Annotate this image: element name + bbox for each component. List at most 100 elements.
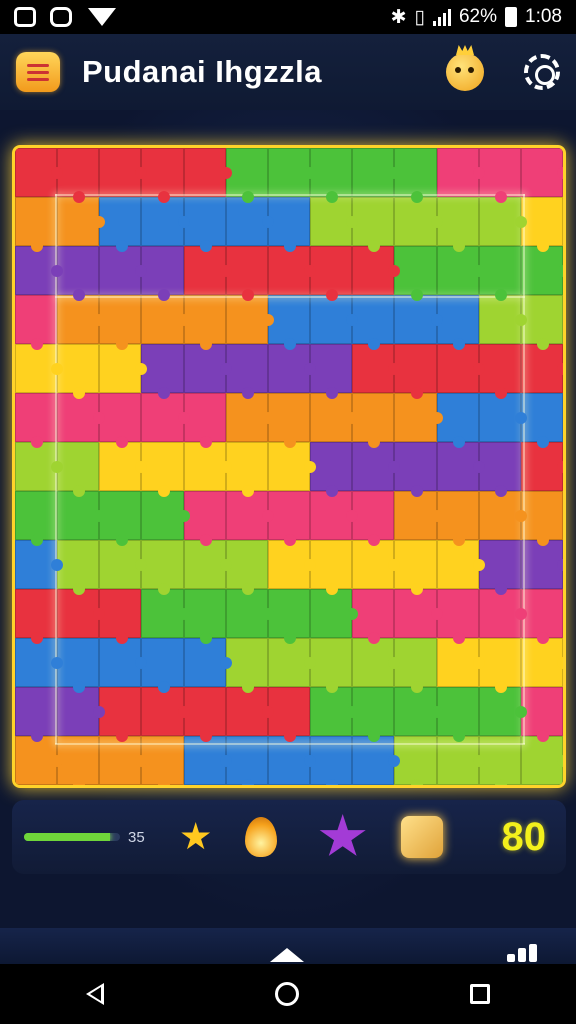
back-icon[interactable] (85, 983, 104, 1005)
puzzle-piece[interactable] (141, 197, 190, 246)
puzzle-piece[interactable] (267, 393, 311, 448)
puzzle-piece[interactable] (57, 442, 100, 497)
puzzle-piece[interactable] (225, 442, 268, 497)
puzzle-piece[interactable] (99, 246, 148, 295)
puzzle-piece[interactable] (15, 687, 58, 742)
puzzle-piece[interactable] (310, 393, 359, 442)
puzzle-piece[interactable] (394, 148, 437, 203)
puzzle-piece[interactable] (99, 295, 142, 350)
puzzle-piece[interactable] (310, 540, 353, 595)
puzzle-piece[interactable] (15, 148, 64, 197)
flame-icon[interactable] (244, 817, 277, 857)
puzzle-piece[interactable] (57, 295, 106, 344)
puzzle-piece[interactable] (99, 393, 142, 448)
puzzle-piece[interactable] (141, 638, 184, 693)
puzzle-piece[interactable] (478, 148, 521, 203)
puzzle-piece[interactable] (57, 638, 100, 693)
puzzle-board[interactable] (12, 145, 566, 788)
recents-icon[interactable] (470, 984, 491, 1004)
puzzle-piece[interactable] (310, 148, 353, 203)
puzzle-piece[interactable] (436, 393, 479, 448)
puzzle-piece[interactable] (352, 491, 395, 546)
puzzle-piece[interactable] (183, 246, 232, 295)
puzzle-piece[interactable] (520, 295, 563, 350)
puzzle-piece[interactable] (225, 589, 275, 638)
puzzle-piece[interactable] (15, 246, 64, 295)
puzzle-piece[interactable] (183, 393, 226, 448)
puzzle-piece[interactable] (183, 491, 226, 546)
settings-button[interactable] (524, 54, 560, 90)
puzzle-piece[interactable] (310, 295, 359, 344)
puzzle-piece[interactable] (520, 344, 563, 393)
puzzle-piece[interactable] (141, 246, 184, 301)
puzzle-piece[interactable] (352, 442, 401, 491)
puzzle-piece[interactable] (141, 540, 184, 595)
puzzle-piece[interactable] (310, 442, 353, 497)
puzzle-piece[interactable] (310, 246, 353, 301)
puzzle-piece[interactable] (225, 540, 268, 595)
puzzle-piece[interactable] (141, 393, 190, 442)
puzzle-piece[interactable] (394, 687, 443, 736)
puzzle-piece[interactable] (520, 393, 563, 448)
puzzle-piece[interactable] (310, 197, 359, 246)
puzzle-piece[interactable] (15, 344, 64, 393)
puzzle-piece[interactable] (478, 589, 528, 638)
puzzle-piece[interactable] (15, 393, 58, 448)
puzzle-piece[interactable] (478, 246, 521, 301)
puzzle-piece[interactable] (478, 393, 528, 442)
puzzle-piece[interactable] (394, 295, 443, 344)
puzzle-piece[interactable] (183, 589, 226, 644)
puzzle-piece[interactable] (99, 638, 148, 687)
puzzle-piece[interactable] (99, 540, 148, 589)
puzzle-piece[interactable] (225, 393, 275, 442)
puzzle-piece[interactable] (15, 491, 58, 546)
puzzle-piece[interactable] (436, 540, 485, 589)
puzzle-piece[interactable] (99, 687, 142, 742)
puzzle-piece[interactable] (436, 148, 485, 197)
puzzle-piece[interactable] (183, 540, 232, 589)
puzzle-piece[interactable] (183, 638, 232, 687)
puzzle-piece[interactable] (520, 442, 563, 491)
puzzle-piece[interactable] (520, 246, 563, 295)
puzzle-piece[interactable] (141, 148, 184, 203)
puzzle-piece[interactable] (183, 295, 226, 350)
puzzle-piece[interactable] (57, 344, 100, 399)
puzzle-piece[interactable] (478, 687, 528, 736)
puzzle-piece[interactable] (15, 442, 64, 491)
home-icon[interactable] (274, 982, 299, 1006)
puzzle-piece[interactable] (99, 589, 142, 644)
puzzle-piece[interactable] (352, 344, 401, 393)
puzzle-piece[interactable] (436, 638, 485, 687)
puzzle-piece[interactable] (141, 491, 190, 540)
puzzle-piece[interactable] (520, 540, 563, 589)
puzzle-piece[interactable] (436, 687, 479, 742)
puzzle-piece[interactable] (352, 589, 395, 644)
puzzle-piece[interactable] (57, 148, 100, 203)
puzzle-piece[interactable] (394, 491, 443, 540)
puzzle-piece[interactable] (267, 442, 317, 491)
puzzle-piece[interactable] (436, 246, 485, 295)
puzzle-piece[interactable] (394, 197, 443, 246)
puzzle-piece[interactable] (394, 540, 437, 595)
puzzle-piece[interactable] (141, 442, 184, 497)
puzzle-piece[interactable] (352, 197, 395, 252)
puzzle-piece[interactable] (352, 246, 401, 295)
puzzle-piece[interactable] (520, 687, 563, 742)
puzzle-piece[interactable] (267, 295, 311, 350)
puzzle-piece[interactable] (225, 491, 275, 540)
puzzle-piece[interactable] (15, 736, 64, 785)
puzzle-grid[interactable] (15, 148, 563, 785)
puzzle-piece[interactable] (183, 148, 232, 197)
puzzle-piece[interactable] (520, 638, 563, 687)
puzzle-piece[interactable] (141, 295, 190, 344)
puzzle-piece[interactable] (15, 589, 58, 644)
puzzle-piece[interactable] (15, 638, 64, 687)
menu-button[interactable] (16, 52, 60, 92)
puzzle-piece[interactable] (57, 197, 106, 246)
puzzle-piece[interactable] (352, 393, 395, 448)
puzzle-piece[interactable] (99, 491, 142, 546)
puzzle-piece[interactable] (520, 148, 563, 197)
puzzle-piece[interactable] (394, 344, 437, 399)
puzzle-piece[interactable] (225, 295, 275, 344)
puzzle-piece[interactable] (394, 393, 443, 442)
